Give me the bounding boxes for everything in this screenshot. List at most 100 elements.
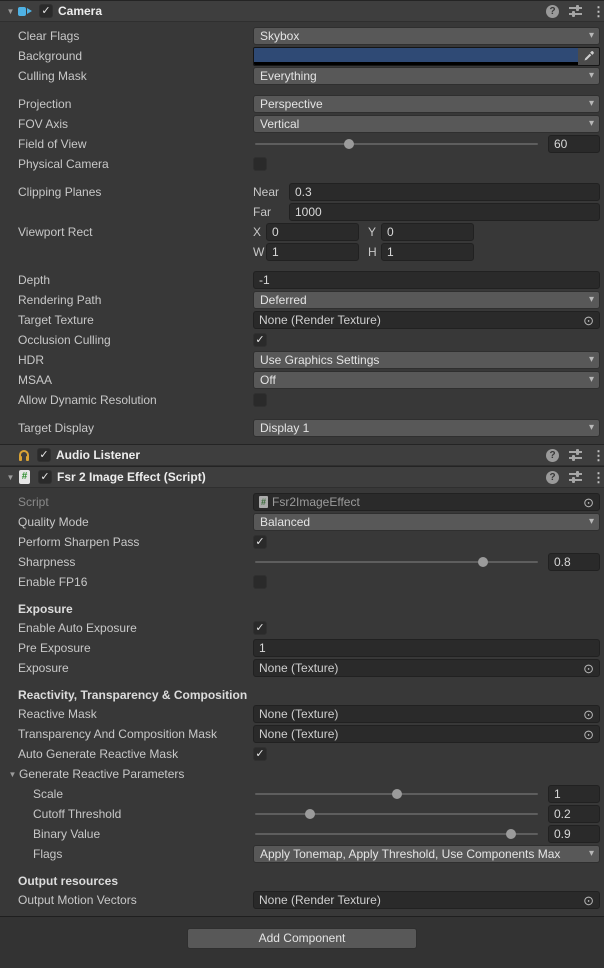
cutoff-threshold-slider[interactable] bbox=[253, 805, 540, 823]
rendering-path-row: Rendering Path Deferred bbox=[0, 290, 604, 310]
clipping-far-input[interactable] bbox=[289, 203, 600, 221]
field-label: MSAA bbox=[18, 373, 253, 387]
fsr2-enabled-checkbox[interactable]: ✓ bbox=[38, 470, 52, 484]
field-label: Enable FP16 bbox=[18, 575, 253, 589]
projection-dropdown[interactable]: Perspective bbox=[253, 95, 600, 113]
hdr-dropdown[interactable]: Use Graphics Settings bbox=[253, 351, 600, 369]
audio-listener-enabled-checkbox[interactable]: ✓ bbox=[37, 448, 51, 462]
foldout-icon[interactable] bbox=[6, 768, 19, 781]
field-label: FOV Axis bbox=[18, 117, 253, 131]
exposure-object-field[interactable]: None (Texture) bbox=[253, 659, 600, 677]
far-label: Far bbox=[253, 205, 289, 219]
foldout-label[interactable]: Generate Reactive Parameters bbox=[19, 767, 254, 781]
add-component-button[interactable]: Add Component bbox=[187, 928, 417, 949]
help-icon[interactable] bbox=[546, 471, 559, 484]
help-icon[interactable] bbox=[546, 5, 559, 18]
script-object-field: Fsr2ImageEffect bbox=[253, 493, 600, 511]
object-picker-icon[interactable] bbox=[583, 728, 594, 741]
enable-fp16-checkbox[interactable] bbox=[253, 575, 267, 589]
background-color-field[interactable] bbox=[253, 47, 600, 66]
foldout-icon[interactable] bbox=[4, 5, 17, 18]
fov-axis-dropdown[interactable]: Vertical bbox=[253, 115, 600, 133]
eyedropper-icon[interactable] bbox=[578, 48, 599, 65]
scale-value-input[interactable] bbox=[548, 785, 600, 803]
enable-auto-exposure-checkbox[interactable]: ✓ bbox=[253, 621, 267, 635]
msaa-row: MSAA Off bbox=[0, 370, 604, 390]
object-picker-icon[interactable] bbox=[583, 894, 594, 907]
foldout-icon[interactable] bbox=[4, 471, 17, 484]
quality-mode-dropdown[interactable]: Balanced bbox=[253, 513, 600, 531]
slider-handle[interactable] bbox=[305, 809, 315, 819]
binary-value-row: Binary Value bbox=[0, 824, 604, 844]
object-picker-icon[interactable] bbox=[583, 662, 594, 675]
audio-listener-component-header[interactable]: ✓ Audio Listener bbox=[0, 444, 604, 466]
clipping-far-row: Far bbox=[0, 202, 604, 222]
culling-mask-dropdown[interactable]: Everything bbox=[253, 67, 600, 85]
scale-slider[interactable] bbox=[253, 785, 540, 803]
occlusion-culling-checkbox[interactable]: ✓ bbox=[253, 333, 267, 347]
slider-handle[interactable] bbox=[478, 557, 488, 567]
color-swatch[interactable] bbox=[254, 48, 578, 65]
quality-mode-row: Quality Mode Balanced bbox=[0, 512, 604, 532]
reactive-mask-object-field[interactable]: None (Texture) bbox=[253, 705, 600, 723]
presets-icon[interactable] bbox=[569, 449, 582, 461]
clipping-near-row: Clipping Planes Near bbox=[0, 182, 604, 202]
kebab-menu-icon[interactable] bbox=[592, 471, 598, 484]
field-label: Allow Dynamic Resolution bbox=[18, 393, 253, 407]
clear-flags-dropdown[interactable]: Skybox bbox=[253, 27, 600, 45]
presets-icon[interactable] bbox=[569, 5, 582, 17]
field-of-view-slider[interactable] bbox=[253, 135, 540, 153]
object-picker-icon[interactable] bbox=[583, 314, 594, 327]
h-label: H bbox=[368, 245, 381, 259]
object-picker-icon[interactable] bbox=[583, 496, 594, 509]
pre-exposure-input[interactable] bbox=[253, 639, 600, 657]
viewport-h-input[interactable] bbox=[381, 243, 474, 261]
auto-generate-reactive-mask-checkbox[interactable]: ✓ bbox=[253, 747, 267, 761]
kebab-menu-icon[interactable] bbox=[592, 449, 598, 462]
pre-exposure-row: Pre Exposure bbox=[0, 638, 604, 658]
target-texture-object-field[interactable]: None (Render Texture) bbox=[253, 311, 600, 329]
field-label: Culling Mask bbox=[18, 69, 253, 83]
target-texture-row: Target Texture None (Render Texture) bbox=[0, 310, 604, 330]
camera-enabled-checkbox[interactable]: ✓ bbox=[39, 4, 53, 18]
viewport-y-input[interactable] bbox=[381, 223, 474, 241]
msaa-dropdown[interactable]: Off bbox=[253, 371, 600, 389]
field-label: Projection bbox=[18, 97, 253, 111]
kebab-menu-icon[interactable] bbox=[592, 5, 598, 18]
clipping-near-input[interactable] bbox=[289, 183, 600, 201]
camera-component-header[interactable]: ✓ Camera bbox=[0, 0, 604, 22]
viewport-x-input[interactable] bbox=[266, 223, 359, 241]
depth-input[interactable] bbox=[253, 271, 600, 289]
output-motion-vectors-object-field[interactable]: None (Render Texture) bbox=[253, 891, 600, 909]
viewport-w-input[interactable] bbox=[266, 243, 359, 261]
flags-dropdown[interactable]: Apply Tonemap, Apply Threshold, Use Comp… bbox=[253, 845, 600, 863]
target-display-dropdown[interactable]: Display 1 bbox=[253, 419, 600, 437]
transparency-mask-object-field[interactable]: None (Texture) bbox=[253, 725, 600, 743]
viewport-rect-xy-row: Viewport Rect X Y bbox=[0, 222, 604, 242]
sharpness-value-input[interactable] bbox=[548, 553, 600, 571]
fsr2-component-header[interactable]: ✓ Fsr 2 Image Effect (Script) bbox=[0, 466, 604, 488]
binary-value-slider[interactable] bbox=[253, 825, 540, 843]
camera-body: Clear Flags Skybox Background Culling Ma… bbox=[0, 22, 604, 444]
output-motion-vectors-row: Output Motion Vectors None (Render Textu… bbox=[0, 890, 604, 910]
field-label: Exposure bbox=[18, 661, 253, 675]
alpha-strip bbox=[254, 62, 578, 65]
perform-sharpen-pass-checkbox[interactable]: ✓ bbox=[253, 535, 267, 549]
binary-value-value-input[interactable] bbox=[548, 825, 600, 843]
cutoff-threshold-value-input[interactable] bbox=[548, 805, 600, 823]
object-picker-icon[interactable] bbox=[583, 708, 594, 721]
slider-handle[interactable] bbox=[344, 139, 354, 149]
sharpness-row: Sharpness bbox=[0, 552, 604, 572]
field-label: Cutoff Threshold bbox=[18, 807, 253, 821]
field-of-view-value-input[interactable] bbox=[548, 135, 600, 153]
sharpness-slider[interactable] bbox=[253, 553, 540, 571]
slider-handle[interactable] bbox=[392, 789, 402, 799]
rendering-path-dropdown[interactable]: Deferred bbox=[253, 291, 600, 309]
allow-dynamic-resolution-checkbox[interactable] bbox=[253, 393, 267, 407]
help-icon[interactable] bbox=[546, 449, 559, 462]
field-label: Flags bbox=[18, 847, 253, 861]
slider-handle[interactable] bbox=[506, 829, 516, 839]
presets-icon[interactable] bbox=[569, 471, 582, 483]
object-field-value: None (Render Texture) bbox=[259, 893, 381, 907]
physical-camera-checkbox[interactable] bbox=[253, 157, 267, 171]
